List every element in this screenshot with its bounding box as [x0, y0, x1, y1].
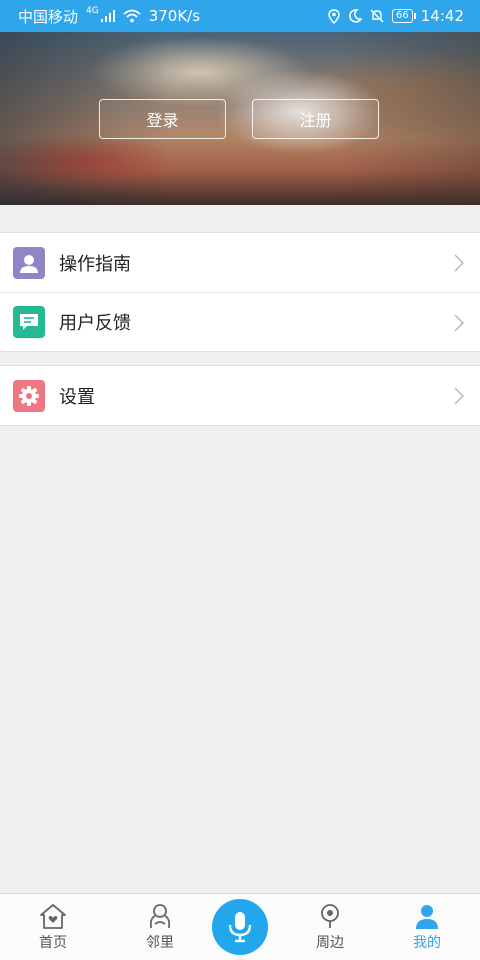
menu-item-settings[interactable]: 设置	[0, 366, 480, 425]
location-icon	[328, 8, 340, 24]
neighbor-icon	[149, 904, 171, 929]
wifi-icon	[123, 9, 141, 23]
chevron-right-icon	[454, 254, 464, 272]
nav-mine[interactable]: 我的	[397, 902, 457, 952]
login-button[interactable]: 登录	[99, 99, 226, 139]
status-right: 66 14:42	[328, 7, 464, 25]
chevron-right-icon	[454, 314, 464, 332]
menu-item-guide[interactable]: 操作指南	[0, 233, 480, 292]
network-type: 4G	[86, 6, 99, 16]
nav-nearby[interactable]: 周边	[300, 902, 360, 952]
chat-feedback-icon	[13, 306, 45, 338]
voice-button[interactable]	[212, 899, 268, 955]
register-button[interactable]: 注册	[252, 99, 379, 139]
nav-label: 周边	[316, 935, 344, 951]
hero-banner: 登录 注册	[0, 32, 480, 205]
home-icon	[40, 904, 66, 929]
nav-label: 邻里	[146, 935, 174, 951]
menu-group-help: 操作指南 用户反馈	[0, 232, 480, 352]
carrier-name: 中国移动	[18, 7, 79, 26]
gear-icon	[13, 379, 45, 412]
status-left: 中国移动 4G 370K/s	[18, 6, 200, 27]
signal-icon	[100, 10, 115, 22]
menu-item-label: 用户反馈	[59, 313, 131, 334]
chevron-right-icon	[454, 387, 464, 405]
guide-person-icon	[13, 246, 45, 279]
menu-item-label: 设置	[59, 386, 95, 408]
microphone-icon	[228, 912, 252, 943]
menu-item-feedback[interactable]: 用户反馈	[0, 292, 480, 351]
battery-icon: 66	[392, 9, 416, 23]
nearby-icon	[321, 904, 339, 928]
profile-icon	[416, 905, 438, 929]
nav-label: 我的	[413, 935, 441, 951]
network-speed: 370K/s	[148, 7, 201, 25]
mute-bell-icon	[370, 9, 384, 23]
nav-home[interactable]: 首页	[23, 902, 83, 952]
clock: 14:42	[420, 7, 464, 25]
moon-icon	[349, 9, 363, 23]
menu-group-settings: 设置	[0, 365, 480, 426]
status-bar: 中国移动 4G 370K/s 66 14:42	[0, 0, 480, 32]
nav-neighbor[interactable]: 邻里	[130, 902, 190, 952]
nav-label: 首页	[39, 935, 67, 951]
menu-item-label: 操作指南	[59, 253, 131, 275]
